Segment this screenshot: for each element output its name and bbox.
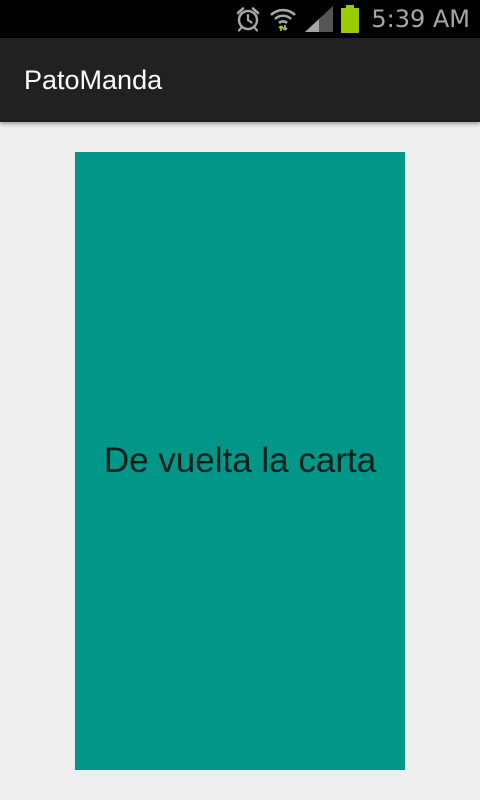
app-bar: PatoManda bbox=[0, 38, 480, 122]
card-label: De vuelta la carta bbox=[103, 441, 377, 480]
alarm-icon bbox=[235, 6, 261, 32]
flip-card[interactable]: De vuelta la carta bbox=[75, 152, 405, 770]
status-bar: 5:39 AM bbox=[0, 0, 480, 38]
status-icons: 5:39 AM bbox=[235, 0, 470, 38]
signal-icon bbox=[305, 6, 334, 32]
status-time: 5:39 AM bbox=[371, 5, 470, 33]
wifi-icon bbox=[269, 6, 297, 32]
battery-icon bbox=[341, 5, 360, 33]
app-title: PatoManda bbox=[24, 65, 163, 95]
